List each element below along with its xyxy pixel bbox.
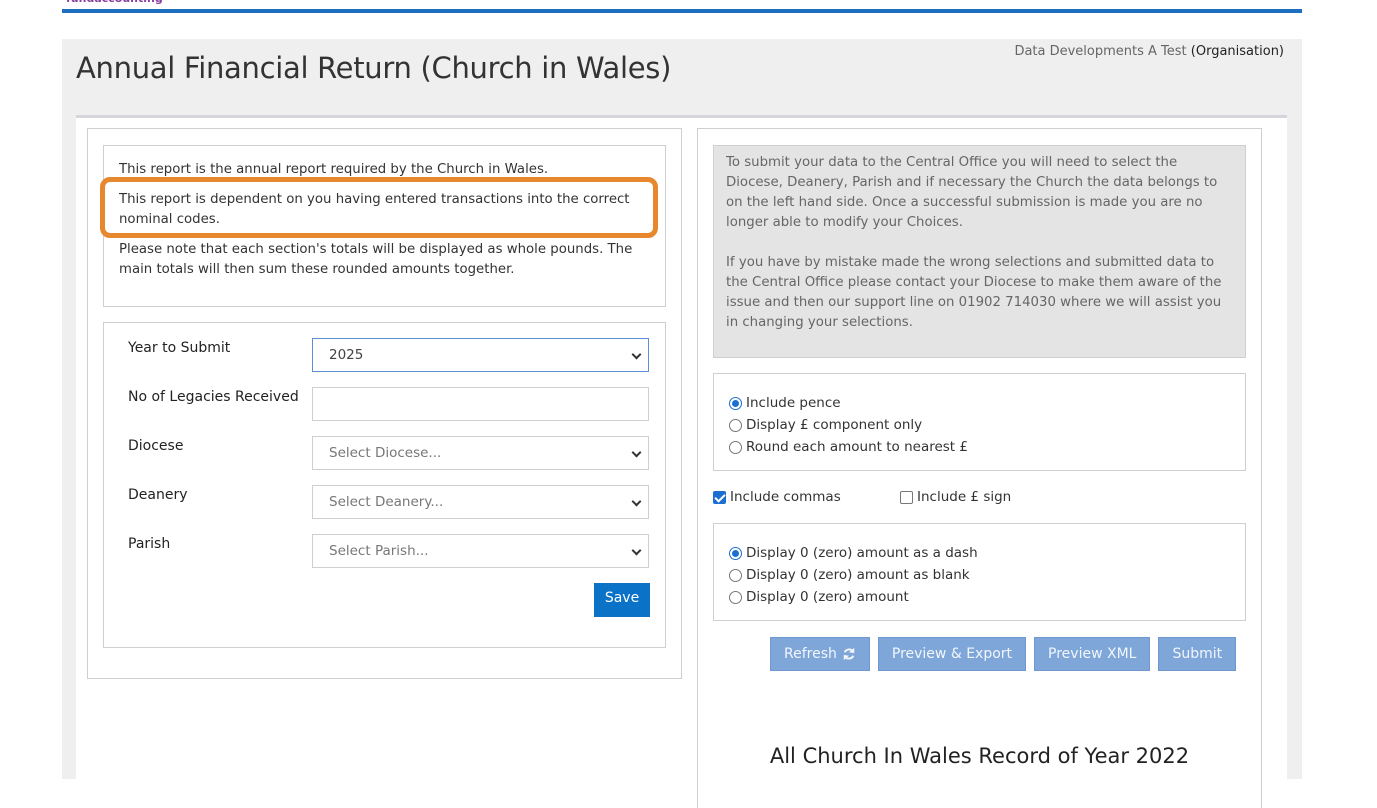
zero-option-amount[interactable]: Display 0 (zero) amount: [729, 586, 1245, 608]
year-select-value: 2025: [329, 347, 364, 363]
radio-unchecked-icon[interactable]: [729, 418, 742, 432]
include-commas-option[interactable]: Include commas: [713, 489, 841, 505]
organisation-type: (Organisation): [1190, 44, 1284, 59]
zero-options-group: Display 0 (zero) amount as a dash Displa…: [713, 523, 1246, 621]
deanery-label: Deanery: [128, 487, 188, 503]
brand-divider: [62, 9, 1302, 13]
submit-button[interactable]: Submit: [1158, 637, 1237, 671]
chevron-down-icon: [631, 349, 642, 360]
radio-unchecked-icon[interactable]: [729, 440, 742, 454]
parish-row: Parish Select Parish...: [104, 534, 665, 568]
pence-option-include-label: Include pence: [746, 395, 841, 411]
notice-paragraph-1: To submit your data to the Central Offic…: [726, 155, 1218, 230]
save-button[interactable]: Save: [594, 583, 650, 617]
submission-options-card: To submit your data to the Central Offic…: [697, 128, 1262, 808]
report-info-box: This report is the annual report require…: [103, 145, 666, 307]
year-label: Year to Submit: [128, 340, 231, 356]
include-commas-label: Include commas: [730, 489, 841, 505]
radio-checked-icon[interactable]: [729, 396, 742, 410]
parish-select[interactable]: Select Parish...: [312, 534, 649, 568]
zero-option-dash-label: Display 0 (zero) amount as a dash: [746, 545, 978, 561]
diocese-label: Diocese: [128, 438, 184, 454]
parish-select-value: Select Parish...: [329, 543, 429, 559]
include-pound-sign-option[interactable]: Include £ sign: [900, 489, 1011, 505]
preview-export-button[interactable]: Preview & Export: [877, 637, 1027, 671]
parish-label: Parish: [128, 536, 171, 552]
refresh-button[interactable]: Refresh: [770, 637, 870, 671]
chevron-down-icon: [631, 545, 642, 556]
diocese-select[interactable]: Select Diocese...: [312, 436, 649, 470]
legacies-row: No of Legacies Received: [104, 387, 665, 421]
refresh-button-label: Refresh: [784, 646, 837, 662]
pence-option-round-label: Round each amount to nearest £: [746, 439, 968, 455]
deanery-row: Deanery Select Deanery...: [104, 485, 665, 519]
legacies-input[interactable]: [312, 387, 649, 421]
report-settings-card: This report is the annual report require…: [87, 128, 682, 679]
info-line-2: This report is dependent on you having e…: [119, 192, 630, 227]
zero-option-amount-label: Display 0 (zero) amount: [746, 589, 909, 605]
radio-unchecked-icon[interactable]: [729, 568, 742, 582]
notice-paragraph-2: If you have by mistake made the wrong se…: [726, 255, 1222, 330]
action-button-bar: Refresh Preview & Export Preview XML Sub…: [770, 637, 1237, 671]
submission-form: Year to Submit 2025 No of Legacies Recei…: [103, 322, 666, 648]
brand-logo-text: fundaccounting: [66, 0, 163, 5]
pence-option-round[interactable]: Round each amount to nearest £: [729, 436, 1245, 458]
pence-option-pounds-only[interactable]: Display £ component only: [729, 414, 1245, 436]
pence-options-group: Include pence Display £ component only R…: [713, 373, 1246, 471]
info-line-1: This report is the annual report require…: [119, 162, 549, 177]
legacies-label: No of Legacies Received: [128, 389, 299, 405]
zero-option-blank-label: Display 0 (zero) amount as blank: [746, 567, 970, 583]
record-heading: All Church In Wales Record of Year 2022: [769, 744, 1190, 768]
organisation-name: Data Developments A Test: [1014, 44, 1187, 59]
pence-option-pounds-only-label: Display £ component only: [746, 417, 923, 433]
year-row: Year to Submit 2025: [104, 338, 665, 372]
page-title: Annual Financial Return (Church in Wales…: [76, 51, 672, 85]
zero-option-blank[interactable]: Display 0 (zero) amount as blank: [729, 564, 1245, 586]
radio-unchecked-icon[interactable]: [729, 590, 742, 604]
preview-xml-button[interactable]: Preview XML: [1034, 637, 1151, 671]
brand-strip: fundaccounting: [62, 0, 1302, 14]
report-panel: Annual Financial Return (Church in Wales…: [62, 39, 1302, 808]
organisation-indicator: Data Developments A Test (Organisation): [1014, 44, 1284, 59]
deanery-select-value: Select Deanery...: [329, 494, 444, 510]
include-pound-sign-label: Include £ sign: [917, 489, 1012, 505]
radio-checked-icon[interactable]: [729, 546, 742, 560]
refresh-icon: [843, 647, 855, 661]
report-content: This report is the annual report require…: [76, 115, 1287, 808]
chevron-down-icon: [631, 496, 642, 507]
checkbox-unchecked-icon[interactable]: [900, 490, 913, 504]
submission-notice: To submit your data to the Central Offic…: [713, 145, 1246, 358]
chevron-down-icon: [631, 447, 642, 458]
checkbox-checked-icon[interactable]: [713, 490, 726, 504]
year-select[interactable]: 2025: [312, 338, 649, 372]
info-line-3: Please note that each section's totals w…: [119, 242, 633, 277]
deanery-select[interactable]: Select Deanery...: [312, 485, 649, 519]
diocese-row: Diocese Select Diocese...: [104, 436, 665, 470]
diocese-select-value: Select Diocese...: [329, 445, 442, 461]
zero-option-dash[interactable]: Display 0 (zero) amount as a dash: [729, 542, 1245, 564]
pence-option-include[interactable]: Include pence: [729, 392, 1245, 414]
